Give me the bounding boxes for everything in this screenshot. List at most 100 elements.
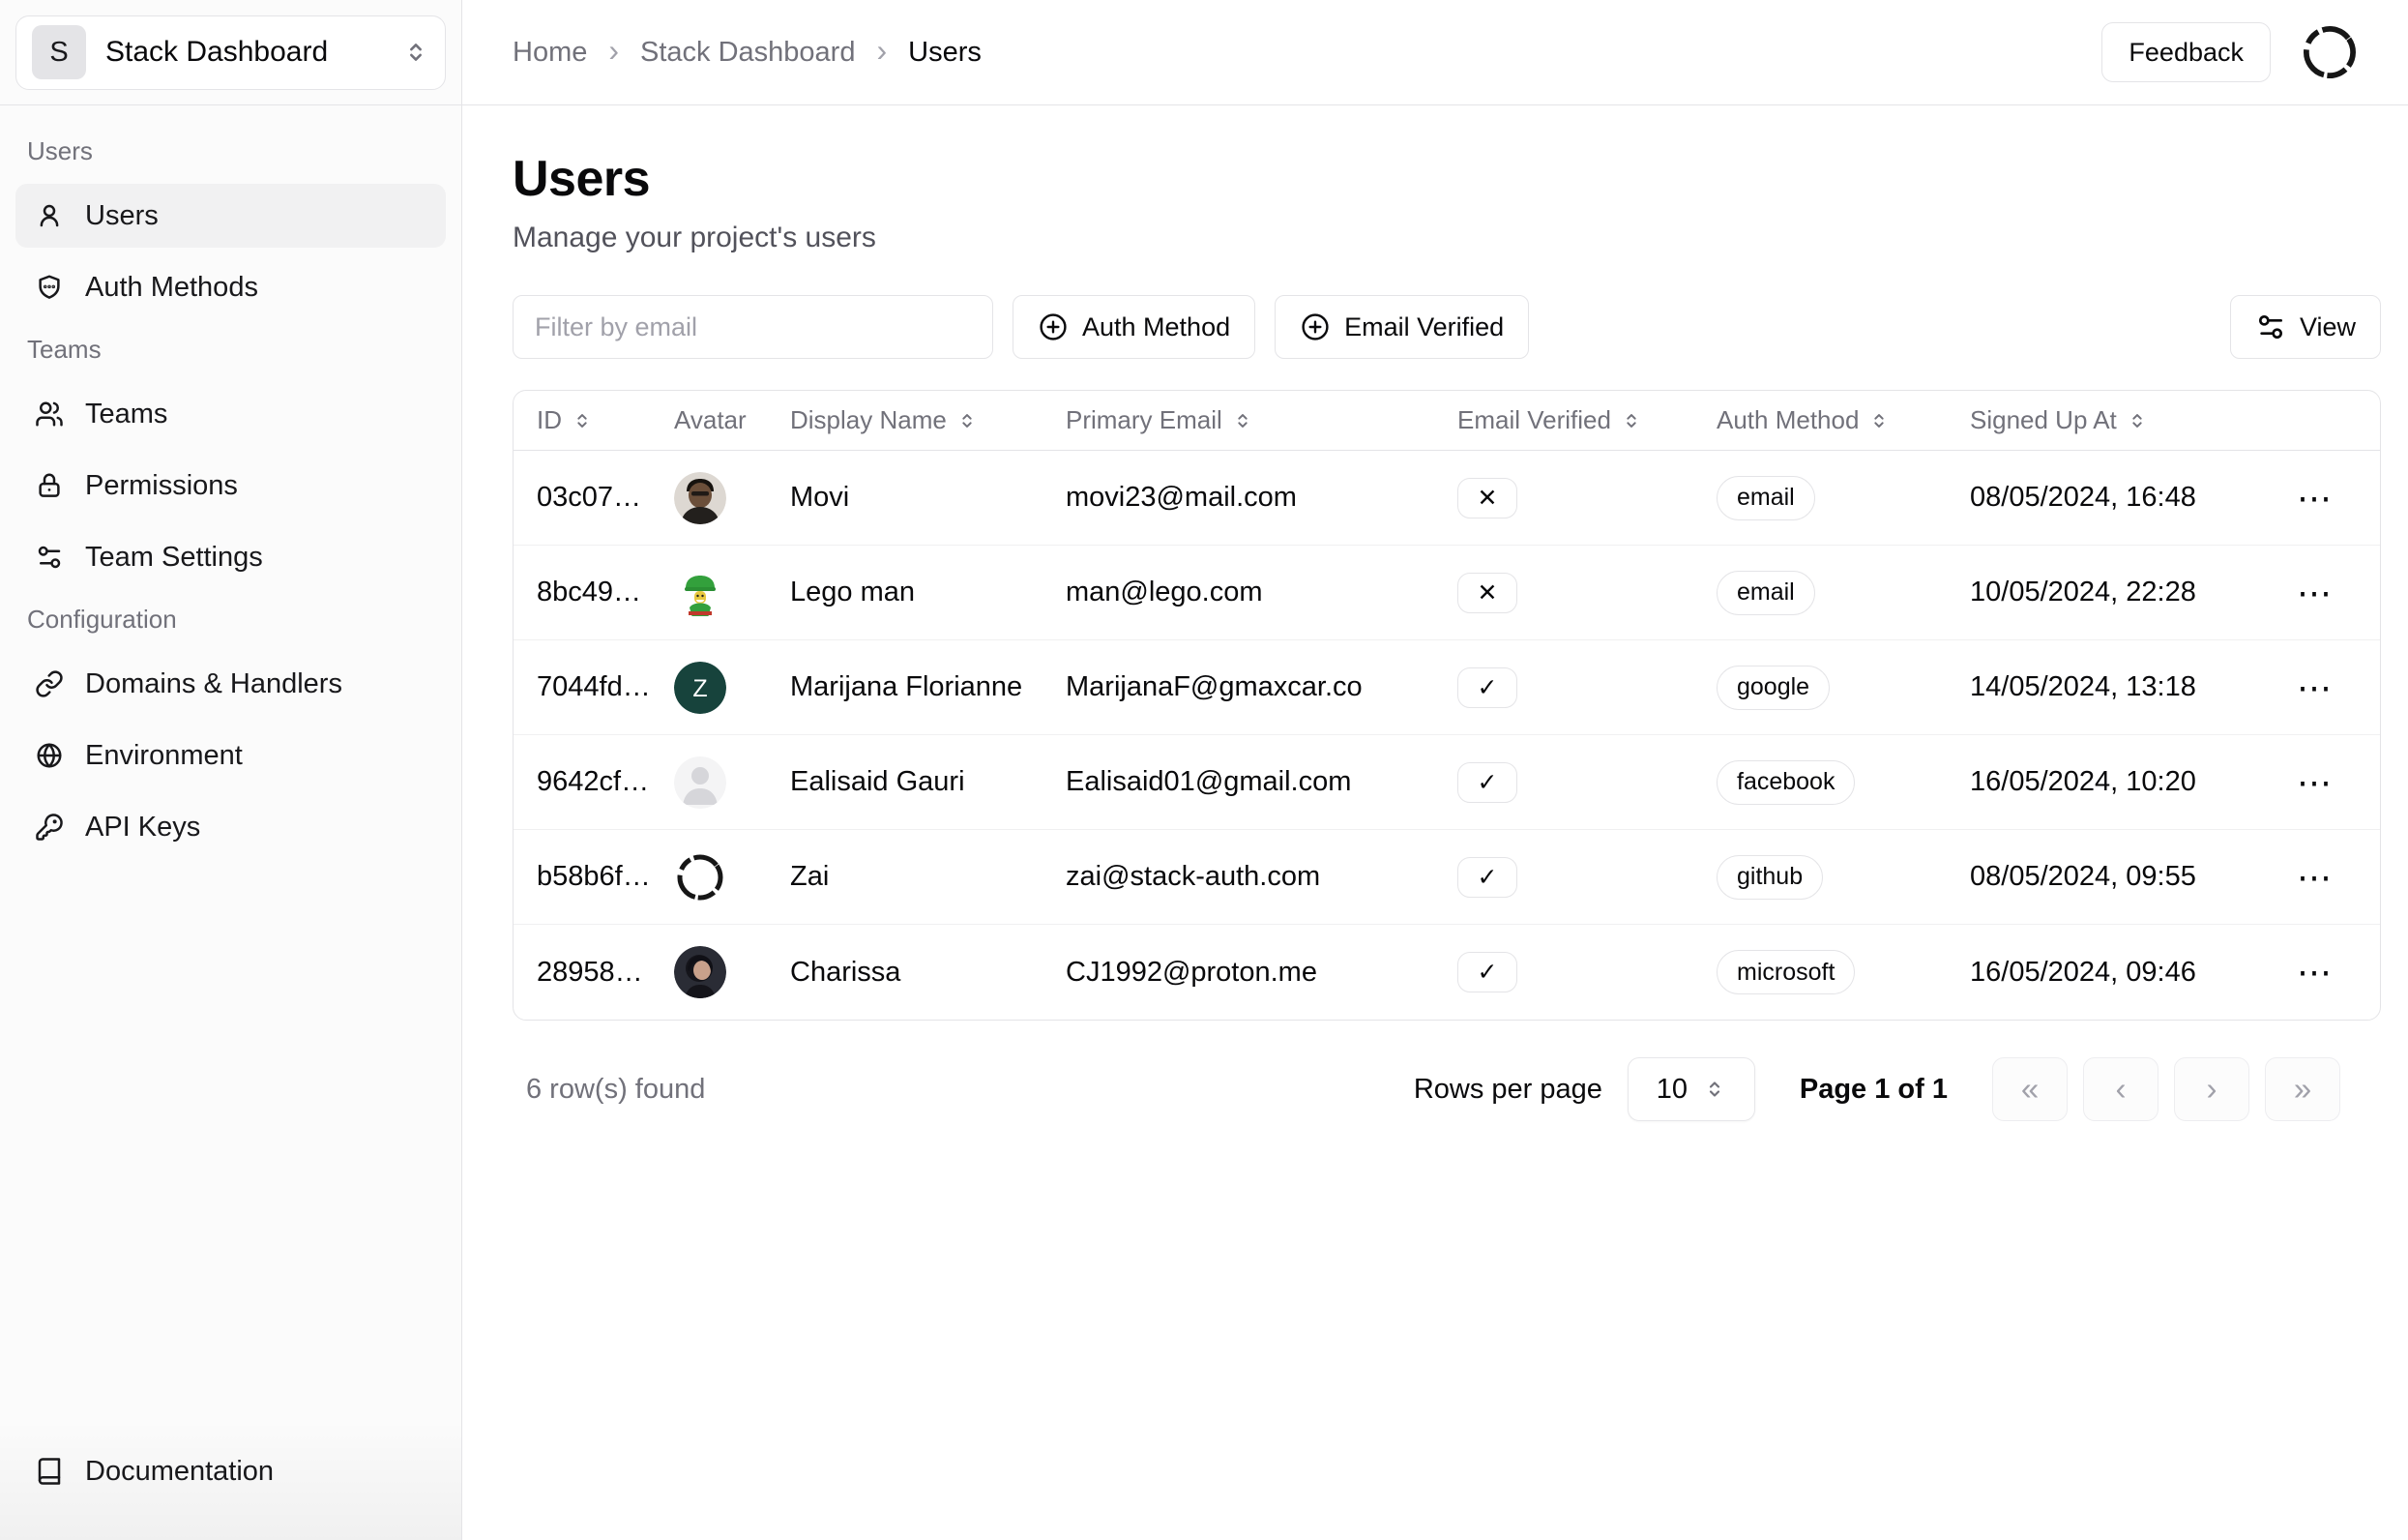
table-row[interactable]: 7044fd… Z Marijana Florianne MarijanaF@g… — [514, 640, 2380, 735]
auth-method-filter-button[interactable]: Auth Method — [1013, 295, 1256, 359]
check-icon: ✓ — [1477, 768, 1498, 796]
cell-signed-up-at: 16/05/2024, 09:46 — [1970, 956, 2196, 988]
breadcrumb: Home › Stack Dashboard › Users — [513, 35, 982, 70]
sidebar-item-users[interactable]: Users — [15, 184, 446, 248]
table-row[interactable]: 03c07… Movi movi23@mail.com ✕ email 08/0… — [514, 451, 2380, 546]
column-header-signed-up-at[interactable]: Signed Up At — [1970, 405, 2289, 435]
column-header-display-name[interactable]: Display Name — [790, 405, 1066, 435]
sort-icon[interactable] — [572, 410, 593, 431]
avatar: Z — [674, 661, 726, 714]
sidebar-item-teams[interactable]: Teams — [15, 382, 446, 446]
sidebar-item-team-settings[interactable]: Team Settings — [15, 525, 446, 589]
main-area: Home › Stack Dashboard › Users Feedback … — [462, 0, 2408, 1540]
project-initial-badge: S — [32, 25, 86, 79]
toolbar: Auth Method Email Verified View — [513, 295, 2381, 359]
rows-per-page: Rows per page 10 — [1414, 1057, 1755, 1121]
table-row[interactable]: b58b6f… Zai zai@stack-auth.com ✓ github … — [514, 830, 2380, 925]
avatar-image-photo-man — [674, 471, 726, 524]
row-actions-button[interactable]: ⋯ — [2289, 669, 2339, 705]
check-icon: ✓ — [1477, 959, 1498, 986]
user-icon — [35, 201, 64, 230]
rows-per-page-value: 10 — [1656, 1073, 1688, 1105]
sidebar: S Stack Dashboard Users Users Auth Metho… — [0, 0, 462, 1540]
row-actions-button[interactable]: ⋯ — [2289, 575, 2339, 610]
table-header-row: ID Avatar Display Name Primary Email Ema… — [514, 391, 2380, 451]
auth-method-badge: facebook — [1717, 759, 1856, 805]
row-actions-button[interactable]: ⋯ — [2289, 859, 2339, 895]
row-actions-button[interactable]: ⋯ — [2289, 764, 2339, 800]
auth-method-badge: email — [1717, 570, 1815, 615]
project-name: Stack Dashboard — [105, 36, 329, 68]
column-header-id[interactable]: ID — [537, 405, 674, 435]
first-page-button[interactable]: « — [1992, 1057, 2068, 1121]
email-verified-checkbox[interactable]: ✓ — [1457, 761, 1517, 803]
email-verified-checkbox[interactable]: ✕ — [1457, 477, 1517, 518]
sidebar-section-users-label: Users — [27, 136, 93, 165]
sort-icon[interactable] — [2127, 410, 2148, 431]
email-verified-filter-button[interactable]: Email Verified — [1275, 295, 1530, 359]
cell-display-name: Lego man — [790, 577, 915, 607]
check-icon: ✓ — [1477, 863, 1498, 891]
row-actions-button[interactable]: ⋯ — [2289, 955, 2339, 990]
sort-icon[interactable] — [956, 410, 978, 431]
key-icon — [35, 813, 64, 842]
sidebar-item-documentation[interactable]: Documentation — [15, 1439, 446, 1503]
chevron-right-icon: › — [876, 33, 888, 68]
row-actions-button[interactable]: ⋯ — [2289, 480, 2339, 516]
breadcrumb-home[interactable]: Home — [513, 37, 587, 69]
sidebar-item-label: Auth Methods — [85, 271, 258, 303]
sidebar-item-label: Teams — [85, 398, 168, 429]
auth-method-filter-label: Auth Method — [1082, 311, 1231, 341]
sort-icon[interactable] — [1868, 410, 1890, 431]
email-verified-checkbox[interactable]: ✕ — [1457, 572, 1517, 613]
cell-primary-email: zai@stack-auth.com — [1066, 861, 1321, 892]
rows-per-page-select[interactable]: 10 — [1627, 1057, 1755, 1121]
last-page-button[interactable]: » — [2265, 1057, 2340, 1121]
pager: « ‹ › » — [1992, 1057, 2340, 1121]
email-verified-checkbox[interactable]: ✓ — [1457, 856, 1517, 898]
cell-primary-email: movi23@mail.com — [1066, 482, 1297, 513]
sort-icon[interactable] — [1232, 410, 1253, 431]
column-header-auth-method[interactable]: Auth Method — [1717, 405, 1970, 435]
cell-display-name: Ealisaid Gauri — [790, 766, 965, 797]
sidebar-item-label: Environment — [85, 739, 243, 771]
previous-page-button[interactable]: ‹ — [2083, 1057, 2158, 1121]
table-row[interactable]: 9642cf… Ealisaid Gauri Ealisaid01@gmail.… — [514, 735, 2380, 830]
next-page-button[interactable]: › — [2174, 1057, 2249, 1121]
sidebar-item-domains-handlers[interactable]: Domains & Handlers — [15, 652, 446, 716]
view-button[interactable]: View — [2229, 295, 2381, 359]
sidebar-item-api-keys[interactable]: API Keys — [15, 795, 446, 859]
sidebar-header: S Stack Dashboard — [0, 0, 461, 105]
project-selector[interactable]: S Stack Dashboard — [15, 15, 446, 90]
auth-method-badge: email — [1717, 475, 1815, 520]
email-verified-checkbox[interactable]: ✓ — [1457, 952, 1517, 992]
sidebar-item-environment[interactable]: Environment — [15, 724, 446, 787]
avatar-image-silhouette — [674, 755, 726, 809]
feedback-button[interactable]: Feedback — [2101, 22, 2271, 82]
page-content: Users Manage your project's users Auth M… — [462, 105, 2408, 1540]
page-title: Users — [513, 151, 651, 207]
lock-icon — [35, 471, 64, 500]
page-info: Page 1 of 1 — [1799, 1073, 1948, 1105]
breadcrumb-current: Users — [908, 36, 982, 68]
filter-email-input[interactable] — [513, 295, 993, 359]
column-header-primary-email[interactable]: Primary Email — [1066, 405, 1457, 435]
cell-id: 28958… — [537, 956, 643, 988]
email-verified-filter-label: Email Verified — [1344, 311, 1505, 341]
user-avatar[interactable] — [2300, 22, 2360, 82]
email-verified-checkbox[interactable]: ✓ — [1457, 666, 1517, 708]
cell-signed-up-at: 08/05/2024, 09:55 — [1970, 861, 2196, 892]
table-row[interactable]: 28958… Charissa CJ1992@proton.me ✓ micro… — [514, 925, 2380, 1020]
cell-signed-up-at: 10/05/2024, 22:28 — [1970, 577, 2196, 607]
sidebar-nav: Users Users Auth Methods Teams Teams Per… — [0, 105, 461, 1420]
avatar-image-lego-man — [674, 566, 726, 619]
cell-signed-up-at: 16/05/2024, 10:20 — [1970, 766, 2196, 797]
breadcrumb-project[interactable]: Stack Dashboard — [640, 37, 855, 69]
cell-signed-up-at: 14/05/2024, 13:18 — [1970, 671, 2196, 702]
cell-display-name: Zai — [790, 861, 830, 892]
table-row[interactable]: 8bc49… Lego man man@lego.com ✕ email 10/… — [514, 546, 2380, 640]
sidebar-item-permissions[interactable]: Permissions — [15, 454, 446, 518]
sort-icon[interactable] — [1621, 410, 1642, 431]
sidebar-item-auth-methods[interactable]: Auth Methods — [15, 255, 446, 319]
column-header-email-verified[interactable]: Email Verified — [1457, 405, 1717, 435]
